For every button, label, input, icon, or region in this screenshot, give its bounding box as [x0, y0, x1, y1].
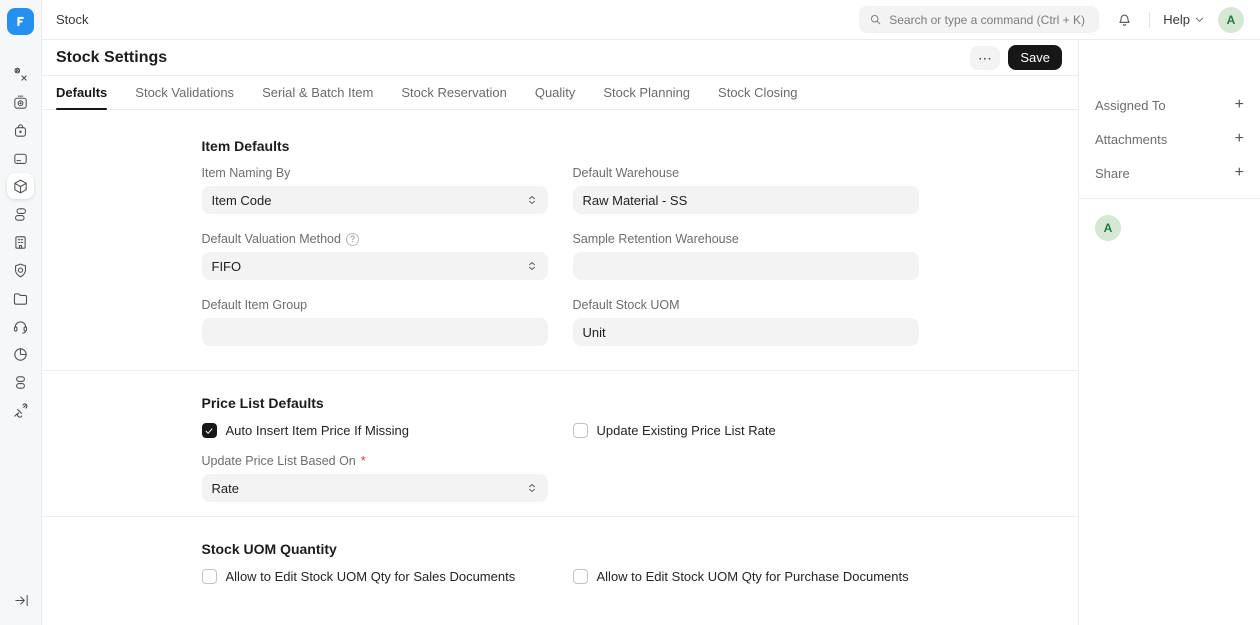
- assets-icon[interactable]: [7, 201, 34, 227]
- add-share-button[interactable]: +: [1235, 165, 1244, 181]
- attachments-label: Attachments: [1095, 132, 1167, 147]
- checkbox-unchecked-icon: [202, 569, 217, 584]
- help-menu[interactable]: Help: [1163, 12, 1205, 27]
- help-icon[interactable]: ?: [346, 233, 359, 246]
- more-options-button[interactable]: ⋯: [970, 46, 1000, 70]
- page-head: Stock Settings ⋯ Save: [42, 40, 1078, 76]
- required-asterisk: *: [361, 454, 366, 468]
- section-stock-uom-quantity: Stock UOM Quantity Allow to Edit Stock U…: [42, 517, 1078, 604]
- field-default-valuation-method: Default Valuation Method ? FIFO: [202, 232, 548, 280]
- projects-folder-icon[interactable]: [7, 285, 34, 311]
- support-headset-icon[interactable]: [7, 313, 34, 339]
- quality-shield-icon[interactable]: [7, 257, 34, 283]
- field-sample-retention-warehouse: Sample Retention Warehouse: [573, 232, 919, 280]
- knowledge-stack-icon[interactable]: [7, 369, 34, 395]
- field-default-warehouse: Default Warehouse Raw Material - SS: [573, 166, 919, 214]
- navbar-divider: [1149, 12, 1150, 28]
- global-search[interactable]: [859, 6, 1099, 33]
- analytics-pie-icon[interactable]: [7, 341, 34, 367]
- select-chevrons-icon: [526, 260, 538, 272]
- checkbox-auto-insert-item-price[interactable]: Auto Insert Item Price If Missing: [202, 423, 548, 438]
- field-item-naming-by: Item Naming By Item Code: [202, 166, 548, 214]
- form-body: Item Defaults Item Naming By Item Code D…: [42, 110, 1078, 625]
- section-title: Item Defaults: [202, 138, 919, 154]
- assigned-to-label: Assigned To: [1095, 98, 1166, 113]
- chevron-down-icon: [1194, 14, 1205, 25]
- workspace-nav: [7, 61, 34, 423]
- tab-stock-validations[interactable]: Stock Validations: [135, 76, 234, 109]
- add-assignment-button[interactable]: +: [1235, 97, 1244, 113]
- top-navbar: Stock Help A: [42, 0, 1260, 40]
- tab-quality[interactable]: Quality: [535, 76, 575, 109]
- field-label: Sample Retention Warehouse: [573, 232, 919, 246]
- navbar-right: Help A: [859, 6, 1244, 33]
- field-label: Default Warehouse: [573, 166, 919, 180]
- tab-defaults[interactable]: Defaults: [56, 76, 107, 109]
- add-attachment-button[interactable]: +: [1235, 131, 1244, 147]
- page-actions: ⋯ Save: [970, 45, 1062, 70]
- section-title: Price List Defaults: [202, 395, 919, 411]
- default-warehouse-input[interactable]: Raw Material - SS: [573, 186, 919, 214]
- search-icon: [869, 13, 882, 26]
- section-title: Stock UOM Quantity: [202, 541, 919, 557]
- share-label: Share: [1095, 166, 1130, 181]
- select-chevrons-icon: [526, 194, 538, 206]
- form-tabs: Defaults Stock Validations Serial & Batc…: [42, 76, 1078, 110]
- erpnext-logo-glyph: [13, 14, 28, 29]
- checkbox-allow-edit-stock-uom-qty-purchase[interactable]: Allow to Edit Stock UOM Qty for Purchase…: [573, 569, 919, 584]
- attachments-row: Attachments +: [1095, 122, 1244, 156]
- field-default-stock-uom: Default Stock UOM Unit: [573, 298, 919, 346]
- share-row: Share +: [1095, 156, 1244, 190]
- field-label: Item Naming By: [202, 166, 548, 180]
- item-naming-by-select[interactable]: Item Code: [202, 186, 548, 214]
- search-input[interactable]: [889, 13, 1089, 27]
- notifications-bell-icon[interactable]: [1112, 8, 1136, 32]
- field-label: Default Stock UOM: [573, 298, 919, 312]
- form-side-panel: Assigned To + Attachments + Share + A: [1078, 40, 1260, 625]
- hr-building-icon[interactable]: [7, 229, 34, 255]
- field-label: Default Valuation Method ?: [202, 232, 548, 246]
- collapse-sidebar-icon[interactable]: [8, 587, 35, 613]
- default-stock-uom-input[interactable]: Unit: [573, 318, 919, 346]
- selling-icon[interactable]: [7, 145, 34, 171]
- field-default-item-group: Default Item Group: [202, 298, 548, 346]
- checkbox-update-existing-price-list-rate[interactable]: Update Existing Price List Rate: [573, 423, 919, 438]
- tab-serial-batch-item[interactable]: Serial & Batch Item: [262, 76, 373, 109]
- update-price-list-based-on-select[interactable]: Rate: [202, 474, 548, 502]
- section-price-list-defaults: Price List Defaults Auto Insert Item Pri…: [42, 371, 1078, 517]
- default-valuation-method-select[interactable]: FIFO: [202, 252, 548, 280]
- field-label: Default Item Group: [202, 298, 548, 312]
- tab-stock-planning[interactable]: Stock Planning: [603, 76, 690, 109]
- help-label: Help: [1163, 12, 1190, 27]
- section-item-defaults: Item Defaults Item Naming By Item Code D…: [42, 110, 1078, 371]
- breadcrumb[interactable]: Stock: [56, 12, 89, 27]
- user-avatar[interactable]: A: [1218, 7, 1244, 33]
- erpnext-logo-icon[interactable]: [7, 8, 34, 35]
- page-title: Stock Settings: [56, 49, 167, 67]
- sample-retention-warehouse-input[interactable]: [573, 252, 919, 280]
- app-sidebar: [0, 0, 42, 625]
- tools-icon[interactable]: [7, 61, 34, 87]
- panel-divider: [1079, 198, 1260, 199]
- checkbox-checked-icon: [202, 423, 217, 438]
- assigned-to-row: Assigned To +: [1095, 88, 1244, 122]
- tab-stock-reservation[interactable]: Stock Reservation: [401, 76, 507, 109]
- integrations-plug-icon[interactable]: [7, 397, 34, 423]
- tab-stock-closing[interactable]: Stock Closing: [718, 76, 797, 109]
- viewer-avatar[interactable]: A: [1095, 215, 1121, 241]
- field-update-price-list-based-on: Update Price List Based On * Rate: [202, 454, 548, 502]
- buying-icon[interactable]: [7, 117, 34, 143]
- accounting-icon[interactable]: [7, 89, 34, 115]
- stock-icon[interactable]: [7, 173, 34, 199]
- checkbox-unchecked-icon: [573, 569, 588, 584]
- select-chevrons-icon: [526, 482, 538, 494]
- checkbox-unchecked-icon: [573, 423, 588, 438]
- default-item-group-input[interactable]: [202, 318, 548, 346]
- checkbox-allow-edit-stock-uom-qty-sales[interactable]: Allow to Edit Stock UOM Qty for Sales Do…: [202, 569, 548, 584]
- field-label: Update Price List Based On *: [202, 454, 548, 468]
- save-button[interactable]: Save: [1008, 45, 1062, 70]
